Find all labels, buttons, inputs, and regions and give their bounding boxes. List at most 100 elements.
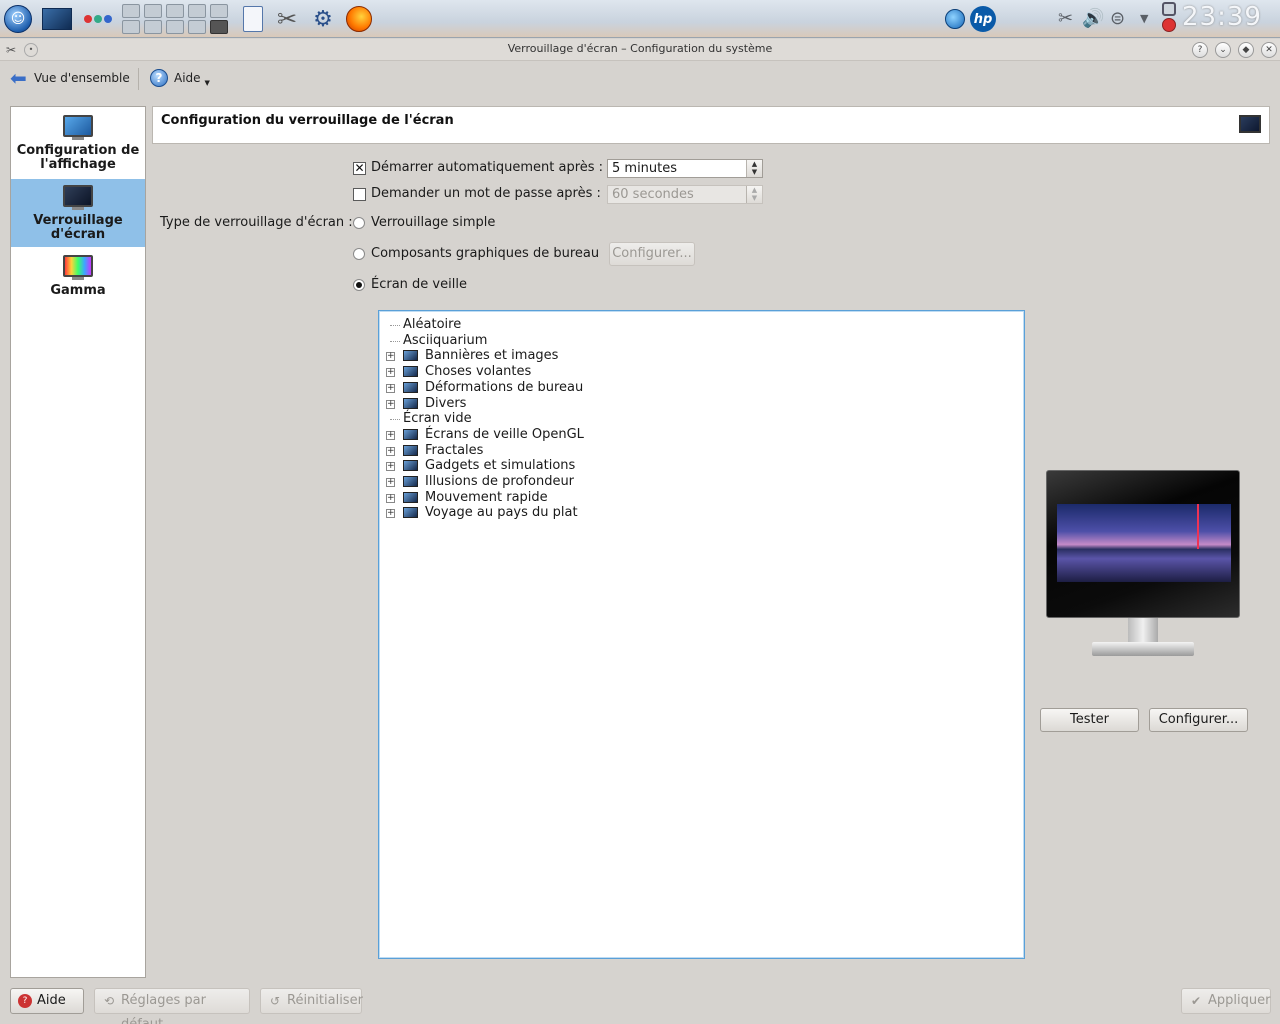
- monitor-icon: [63, 115, 93, 141]
- spin-arrows[interactable]: ▲ ▼: [746, 186, 762, 203]
- kde-menu-icon[interactable]: ☺: [3, 4, 33, 34]
- system-tools-icon[interactable]: ✂: [272, 4, 302, 34]
- auto-start-spinbox[interactable]: 5 minutes ▲ ▼: [607, 159, 763, 178]
- help-window-icon[interactable]: ?: [1192, 42, 1208, 58]
- desktop-1[interactable]: [122, 4, 140, 18]
- reset-button-label: Réinitialiser: [287, 993, 363, 1008]
- expand-icon[interactable]: +: [386, 352, 395, 362]
- password-checkbox[interactable]: [353, 188, 366, 201]
- spin-down-icon[interactable]: ▼: [747, 168, 762, 176]
- screensaver-tree[interactable]: Aléatoire Asciiquarium + Bannières et image…: [378, 310, 1025, 959]
- tree-item[interactable]: Écran vide: [379, 411, 1019, 427]
- help-button[interactable]: ? Aide: [10, 988, 84, 1014]
- sidebar-item-gamma[interactable]: Gamma: [11, 255, 145, 303]
- tree-item[interactable]: + Mouvement rapide: [379, 490, 1019, 506]
- auto-start-checkbox[interactable]: ✕: [353, 162, 366, 175]
- tree-item[interactable]: + Illusions de profondeur: [379, 474, 1019, 490]
- tree-item[interactable]: + Voyage au pays du plat: [379, 505, 1019, 521]
- screensaver-label[interactable]: Écran de veille: [371, 277, 467, 292]
- simple-lock-label[interactable]: Verrouillage simple: [371, 215, 495, 230]
- close-icon[interactable]: ✕: [1261, 42, 1277, 58]
- expand-icon[interactable]: +: [386, 493, 395, 503]
- screensaver-category-icon: [403, 428, 418, 440]
- desktop-7[interactable]: [144, 20, 162, 34]
- desktop-8[interactable]: [166, 20, 184, 34]
- lock-logout-icon[interactable]: [1162, 2, 1178, 34]
- system-settings-icon[interactable]: ⚙: [308, 4, 338, 34]
- tree-item[interactable]: Aléatoire: [379, 317, 1019, 333]
- tray-expand-icon[interactable]: ▼: [1140, 12, 1148, 25]
- tree-item-label: Asciiquarium: [403, 332, 488, 348]
- help-icon: ?: [18, 994, 32, 1008]
- simple-lock-radio[interactable]: [353, 217, 365, 229]
- tree-item[interactable]: + Écrans de veille OpenGL: [379, 427, 1019, 443]
- show-desktop-icon[interactable]: [42, 4, 72, 34]
- desktop-4[interactable]: [188, 4, 206, 18]
- widgets-configure-button[interactable]: Configurer...: [609, 242, 695, 266]
- defaults-icon: ⟲: [103, 994, 115, 1008]
- reset-button[interactable]: ↺ Réinitialiser: [260, 988, 363, 1014]
- clock[interactable]: 23:39: [1182, 2, 1262, 32]
- minimize-icon[interactable]: ⌄: [1215, 42, 1231, 58]
- configure-button[interactable]: Configurer...: [1149, 708, 1248, 732]
- tree-item[interactable]: + Déformations de bureau: [379, 380, 1019, 396]
- virtual-desktop-pager[interactable]: [122, 2, 230, 36]
- desktop-5[interactable]: [210, 4, 228, 18]
- text-editor-icon[interactable]: [238, 4, 268, 34]
- expand-icon[interactable]: +: [386, 462, 395, 472]
- test-button[interactable]: Tester: [1040, 708, 1139, 732]
- screensaver-category-icon: [403, 350, 418, 362]
- activities-icon[interactable]: [80, 4, 116, 34]
- expand-icon[interactable]: +: [386, 446, 395, 456]
- overview-label: Vue d'ensemble: [34, 71, 130, 85]
- window-titlebar[interactable]: ✂ • Verrouillage d'écran – Configuration…: [0, 39, 1280, 61]
- clipboard-icon[interactable]: ✂: [1058, 8, 1073, 29]
- dropdown-arrow-icon: ▼: [204, 79, 210, 87]
- desktop-10[interactable]: [210, 20, 228, 34]
- expand-icon[interactable]: +: [386, 399, 395, 409]
- defaults-button[interactable]: ⟲ Réglages par défaut: [94, 988, 250, 1024]
- desktop-2[interactable]: [144, 4, 162, 18]
- tree-item[interactable]: + Divers: [379, 396, 1019, 412]
- expand-icon[interactable]: +: [386, 509, 395, 519]
- password-spinbox[interactable]: 60 secondes ▲ ▼: [607, 185, 763, 204]
- toolbar: ⬅ Vue d'ensemble ? Aide ▼: [0, 62, 1280, 94]
- firefox-icon[interactable]: [344, 4, 374, 34]
- preview-screen: [1057, 504, 1231, 582]
- desktop-9[interactable]: [188, 20, 206, 34]
- spin-up-icon[interactable]: ▲: [747, 186, 762, 194]
- overview-button[interactable]: ⬅ Vue d'ensemble: [10, 65, 130, 91]
- page-title: Configuration du verrouillage de l'écran: [161, 113, 454, 128]
- tree-item[interactable]: + Fractales: [379, 443, 1019, 459]
- expand-icon[interactable]: +: [386, 478, 395, 487]
- spin-down-icon[interactable]: ▼: [747, 194, 762, 202]
- expand-icon[interactable]: +: [386, 368, 395, 378]
- widgets-label[interactable]: Composants graphiques de bureau: [371, 246, 599, 261]
- tree-item[interactable]: + Bannières et images: [379, 348, 1019, 364]
- spin-up-icon[interactable]: ▲: [747, 160, 762, 168]
- sidebar-item-display[interactable]: Configuration de l'affichage: [11, 115, 145, 179]
- network-globe-icon[interactable]: [940, 4, 970, 34]
- spin-arrows[interactable]: ▲ ▼: [746, 160, 762, 177]
- desktop-3[interactable]: [166, 4, 184, 18]
- page-header: Configuration du verrouillage de l'écran: [152, 106, 1270, 144]
- apply-button[interactable]: ✔ Appliquer: [1181, 988, 1271, 1014]
- sidebar-item-screen-lock[interactable]: Verrouillage d'écran: [11, 179, 145, 247]
- screensaver-radio[interactable]: [353, 279, 365, 291]
- help-icon: ?: [150, 69, 168, 87]
- tree-item[interactable]: + Choses volantes: [379, 364, 1019, 380]
- back-arrow-icon: ⬅: [10, 66, 27, 90]
- maximize-icon[interactable]: ◆: [1238, 42, 1254, 58]
- tree-item[interactable]: Asciiquarium: [379, 333, 1019, 349]
- network-icon[interactable]: ⊜: [1110, 8, 1125, 29]
- expand-icon[interactable]: +: [386, 430, 395, 440]
- help-menu-button[interactable]: ? Aide ▼: [150, 65, 210, 91]
- auto-start-label: Démarrer automatiquement après :: [371, 160, 604, 175]
- expand-icon[interactable]: +: [386, 383, 395, 393]
- volume-icon[interactable]: 🔊: [1082, 8, 1104, 29]
- tree-item-label: Écran vide: [403, 411, 472, 427]
- tree-item[interactable]: + Gadgets et simulations: [379, 458, 1019, 474]
- hp-icon[interactable]: hp: [968, 4, 998, 34]
- widgets-radio[interactable]: [353, 248, 365, 260]
- desktop-6[interactable]: [122, 20, 140, 34]
